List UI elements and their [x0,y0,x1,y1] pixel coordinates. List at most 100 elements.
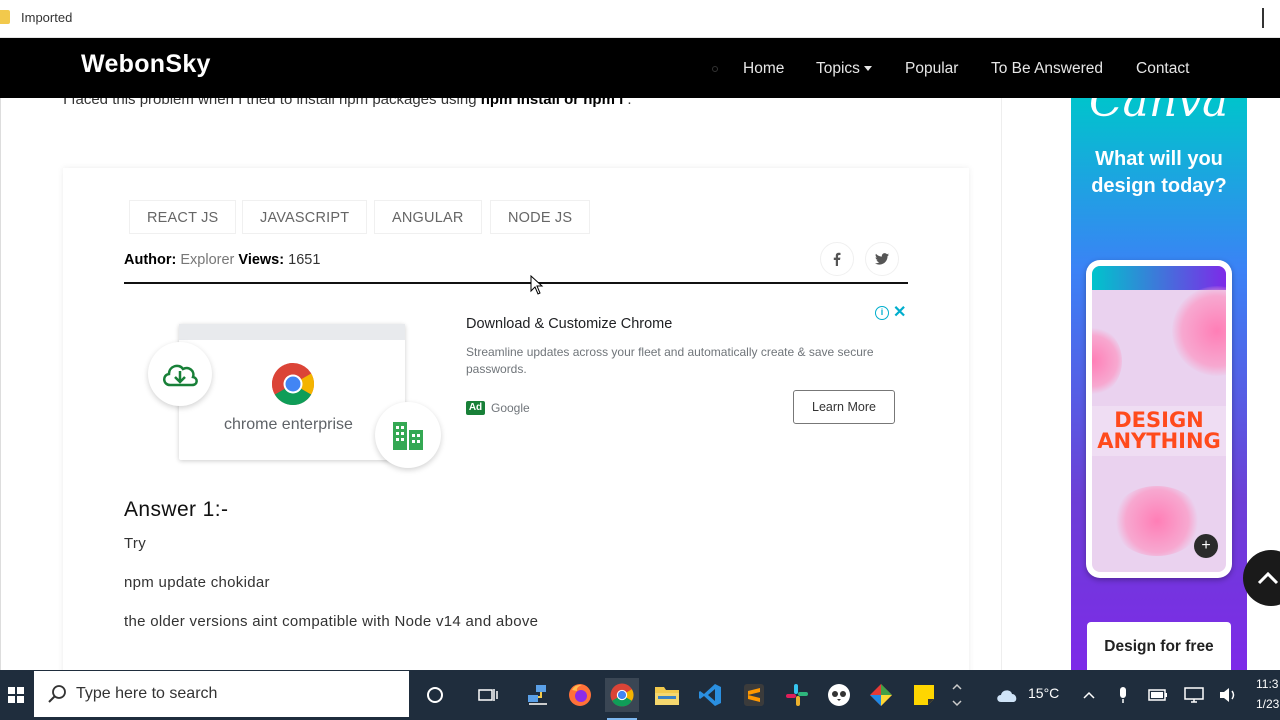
chevron-up-small-icon [1083,691,1095,699]
taskbar-search-box[interactable]: Type here to search [34,671,409,717]
author-views-line: Author: Explorer Views: 1651 [124,252,320,268]
author-name[interactable]: Explorer [180,252,234,268]
flower-decoration-left [1092,326,1122,396]
taskbar-scroll-arrows[interactable] [948,678,966,712]
chrome-enterprise-label: chrome enterprise [224,416,353,433]
facebook-share-button[interactable] [820,242,854,276]
search-icon [48,685,66,703]
flower-decoration [1172,286,1226,376]
nav-contact[interactable]: Contact [1136,60,1189,78]
battery-tray-button[interactable] [1145,678,1171,712]
ad-source: Google [491,401,530,415]
twitter-icon [875,253,889,265]
tag-react-js[interactable]: REACT JS [129,200,237,234]
taskbar-chrome[interactable] [605,678,639,720]
bookmark-folder-imported[interactable]: Imported [21,10,72,25]
chrome-taskbar-icon [610,683,634,707]
cortana-icon [427,687,443,703]
slack-icon [786,684,808,706]
battery-icon [1148,689,1167,701]
intro-command: npm install or npm i [480,98,624,108]
sticky-notes-icon [914,685,934,705]
design-anything-text: DESIGN ANYTHING [1092,406,1226,456]
author-label: Author: [124,252,177,268]
bookmarks-divider [1262,8,1264,28]
tag-node-js[interactable]: NODE JS [490,200,591,234]
ad-close-icon[interactable]: ✕ [893,302,906,322]
building-badge [375,402,441,468]
twitter-share-button[interactable] [865,242,899,276]
author-divider [124,282,908,284]
nav-popular[interactable]: Popular [905,60,958,78]
nav-topics[interactable]: Topics [816,60,872,78]
mouse-cursor-icon [530,275,544,295]
tag-javascript[interactable]: JAVASCRIPT [242,200,368,234]
canva-headline: What will you design today? [1091,148,1227,197]
facebook-icon [833,252,841,266]
chrome-logo-icon [271,363,315,406]
canva-logo: Canva [1089,98,1229,127]
ad-badge: Ad [466,401,485,415]
start-button[interactable] [0,670,32,720]
volume-icon [1220,688,1235,702]
taskbar-slack[interactable] [780,678,814,712]
taskbar-clock[interactable]: 11:3 1/23 [1256,674,1279,714]
tag-angular[interactable]: ANGULAR [374,200,482,234]
ad-description: Streamline updates across your fleet and… [466,345,874,376]
flower-decoration-bottom [1112,486,1202,556]
canva-sidebar-ad[interactable]: Canva What will you design today? DESIGN… [1071,98,1247,670]
cortana-button[interactable] [418,678,452,712]
views-label: Views: [238,252,285,268]
nav-to-be-answered[interactable]: To Be Answered [991,60,1103,78]
taskbar-file-explorer[interactable] [650,678,684,712]
cloud-download-icon [163,364,198,387]
chevron-up-icon [1257,571,1279,585]
show-hidden-icons-button[interactable] [1076,678,1102,712]
site-brand[interactable]: WebonSky [81,50,211,79]
answer-line-3: the older versions aint compatible with … [124,613,539,630]
weather-temperature[interactable]: 15°C [1028,685,1059,701]
download-cloud-badge [148,342,212,406]
question-intro: I faced this problem when I tried to ins… [63,98,632,108]
learn-more-button[interactable]: Learn More [793,390,895,424]
taskbar-app-kite[interactable] [864,678,898,712]
kite-app-icon [870,684,892,706]
up-down-arrows-icon [952,683,962,707]
caret-down-icon [863,66,872,72]
chrome-enterprise-image: chrome enterprise [179,324,405,460]
sublime-text-icon [744,684,764,706]
taskbar-sticky-notes[interactable] [907,678,941,712]
task-view-button[interactable] [471,678,505,712]
ad-info-icon[interactable]: i [875,306,889,320]
bookmarks-bar: Imported [0,0,1280,38]
taskbar-app-owl[interactable] [822,678,856,712]
windows-taskbar: Type here to search 15°C 11:3 1/23 [0,670,1280,720]
taskbar-vscode[interactable] [693,678,727,712]
google-ad[interactable]: chrome enterprise Download & Customize C… [124,298,908,478]
folder-icon[interactable] [0,10,10,24]
microphone-icon [1120,687,1126,703]
plus-icon: + [1194,534,1218,558]
intro-text: I faced this problem when I tried to ins… [63,98,481,108]
nav-home[interactable]: Home [743,60,784,78]
taskbar-sublime[interactable] [737,678,771,712]
volume-tray-button[interactable] [1215,678,1241,712]
clock-time: 11:3 [1256,677,1279,691]
network-tray-button[interactable] [1181,678,1207,712]
browser-mock-bar [179,324,405,340]
phone-screen: DESIGN ANYTHING + [1092,266,1226,572]
ad-title[interactable]: Download & Customize Chrome [466,316,672,332]
weather-button[interactable] [993,678,1021,712]
clock-date: 1/23 [1256,697,1280,711]
design-for-free-button[interactable]: Design for free [1087,622,1231,670]
windows-logo-icon [8,687,24,703]
microphone-tray-button[interactable] [1110,678,1136,712]
taskbar-network-app[interactable] [521,678,555,712]
scroll-to-top-button[interactable] [1243,550,1280,606]
answer-line-1: Try [124,535,147,552]
nav-dot-icon [712,66,718,72]
folder-explorer-icon [655,687,679,705]
owl-app-icon [828,684,850,706]
taskbar-search-placeholder: Type here to search [76,685,218,702]
taskbar-firefox[interactable] [563,678,597,712]
